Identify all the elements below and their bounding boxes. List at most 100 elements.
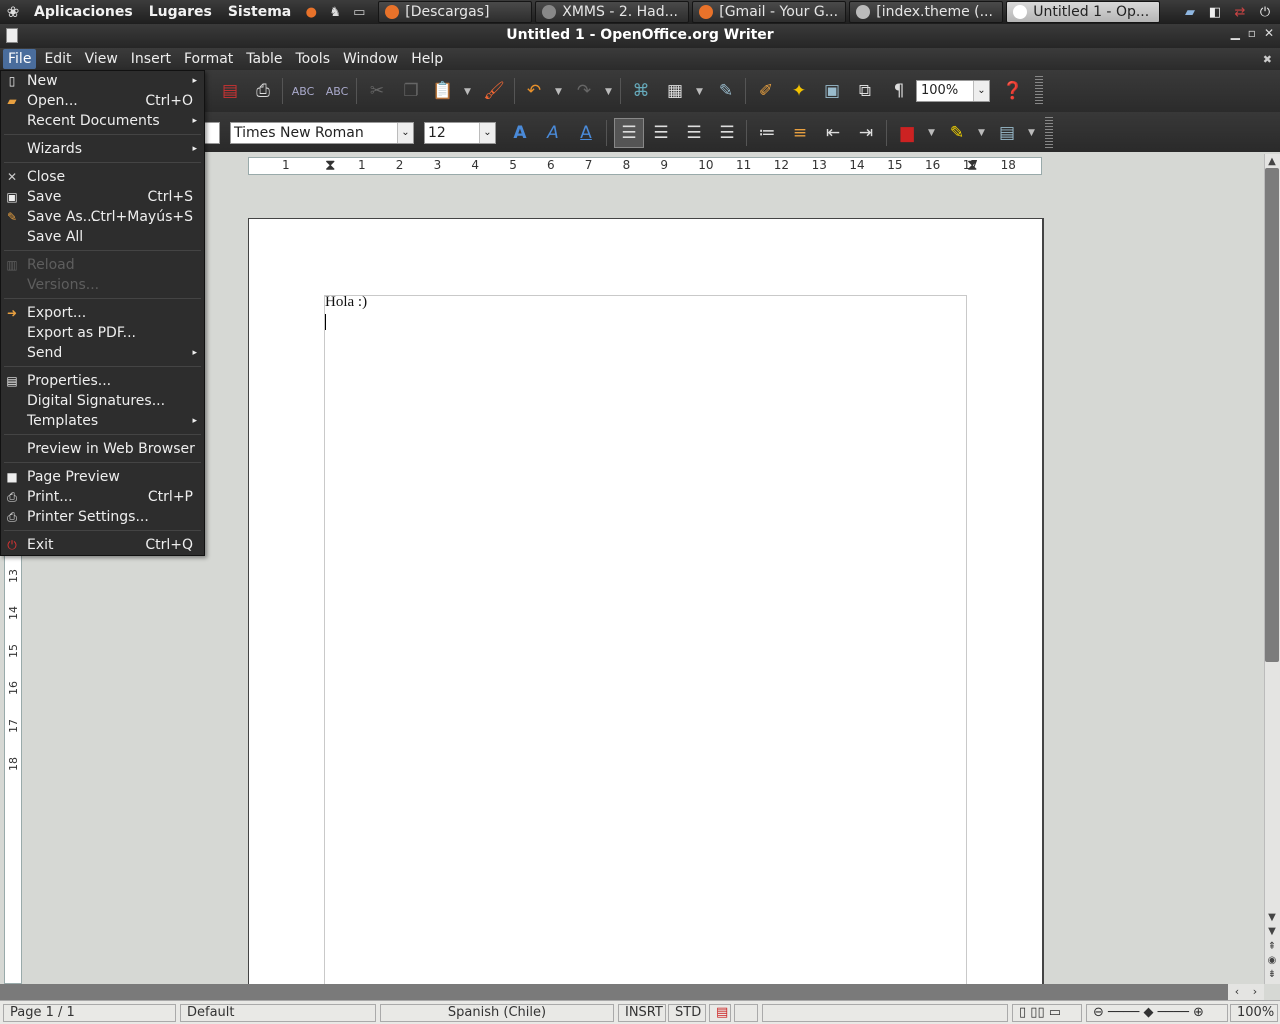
horizontal-scrollbar[interactable]: ‹ › xyxy=(0,984,1264,1000)
network-applet-icon[interactable]: ⇄ xyxy=(1229,2,1251,22)
close-document-icon[interactable]: ✖ xyxy=(1263,53,1272,66)
panel-menu-sistema[interactable]: Sistema xyxy=(220,4,299,20)
next-page-icon[interactable]: ⇟ xyxy=(1265,969,1279,980)
close-window-icon[interactable]: ✕ xyxy=(1264,26,1274,40)
font-name-select[interactable]: Times New Roman ⌄ xyxy=(230,122,414,144)
menu-file[interactable]: File xyxy=(3,49,37,69)
redo-dropdown-icon[interactable]: ▼ xyxy=(605,87,612,97)
menu-view[interactable]: View xyxy=(80,49,123,69)
page-count[interactable]: Page 1 / 1 xyxy=(3,1004,176,1022)
taskbar-button[interactable]: Untitled 1 - Op... xyxy=(1006,1,1161,23)
help-icon[interactable]: ❓ xyxy=(1000,78,1026,104)
align-center-icon[interactable]: ☰ xyxy=(648,120,674,146)
file-menu-item-wizards[interactable]: Wizards ▸ xyxy=(1,139,204,159)
align-left-icon[interactable]: ☰ xyxy=(614,118,644,148)
table-icon[interactable]: ▦ xyxy=(662,78,688,104)
file-menu-item-export[interactable]: ➜ Export... xyxy=(1,303,204,323)
navigator-icon[interactable]: ✦ xyxy=(786,78,812,104)
menu-tools[interactable]: Tools xyxy=(291,49,336,69)
file-menu-item-open[interactable]: ▰ Open... Ctrl+O xyxy=(1,91,204,111)
file-menu-item-print[interactable]: ⎙ Print... Ctrl+P xyxy=(1,487,204,507)
file-menu-item-save[interactable]: ▣ Save Ctrl+S xyxy=(1,187,204,207)
menu-window[interactable]: Window xyxy=(338,49,403,69)
monitor-applet-icon[interactable]: ◧ xyxy=(1204,2,1226,22)
scroll-down-icon[interactable]: ▼ xyxy=(1265,926,1279,937)
previous-page-icon[interactable]: ⇞ xyxy=(1265,941,1279,952)
undo-icon[interactable]: ↶ xyxy=(521,78,547,104)
scroll-down-icon[interactable]: ▼ xyxy=(1265,912,1279,923)
font-color-icon[interactable]: ▆ xyxy=(894,120,920,146)
justify-icon[interactable]: ☰ xyxy=(714,120,740,146)
file-menu-item-printer-settings[interactable]: ⎙ Printer Settings... xyxy=(1,507,204,527)
menu-table[interactable]: Table xyxy=(241,49,287,69)
italic-icon[interactable]: A xyxy=(540,120,566,146)
find-replace-icon[interactable]: ✐ xyxy=(753,78,779,104)
view-layout-icon[interactable]: ▯ ▯▯ ▭ xyxy=(1012,1004,1082,1022)
file-menu-item-new[interactable]: ▯ New ▸ xyxy=(1,71,204,91)
scroll-left-icon[interactable]: ‹ xyxy=(1228,984,1246,1000)
autospellcheck-icon[interactable]: ABC xyxy=(324,78,350,104)
file-menu-item-recent-documents[interactable]: Recent Documents ▸ xyxy=(1,111,204,131)
menu-format[interactable]: Format xyxy=(179,49,238,69)
chevron-down-icon[interactable]: ⌄ xyxy=(479,123,495,143)
undo-dropdown-icon[interactable]: ▼ xyxy=(555,87,562,97)
selection-mode[interactable]: STD xyxy=(668,1004,706,1022)
vertical-scroll-thumb[interactable] xyxy=(1265,168,1279,662)
paste-dropdown-icon[interactable]: ▼ xyxy=(464,87,471,97)
navigation-icon[interactable]: ◉ xyxy=(1265,955,1279,966)
taskbar-button[interactable]: XMMS - 2. Had... xyxy=(535,1,690,23)
maximize-icon[interactable]: ▫ xyxy=(1248,26,1256,40)
document-modified-icon[interactable]: ▤ xyxy=(709,1004,731,1022)
toolbar-grip[interactable] xyxy=(1035,76,1043,106)
page-style[interactable]: Default xyxy=(180,1004,376,1022)
scroll-up-icon[interactable]: ▲ xyxy=(1265,156,1279,167)
decrease-indent-icon[interactable]: ⇤ xyxy=(820,120,846,146)
align-right-icon[interactable]: ☰ xyxy=(681,120,707,146)
numbering-icon[interactable]: ≔ xyxy=(754,120,780,146)
spellcheck-icon[interactable]: ABC xyxy=(290,78,316,104)
font-size-select[interactable]: 12 ⌄ xyxy=(424,122,496,144)
menu-help[interactable]: Help xyxy=(406,49,448,69)
chevron-down-icon[interactable]: ⌄ xyxy=(973,81,989,101)
menu-insert[interactable]: Insert xyxy=(126,49,176,69)
file-menu-item-properties[interactable]: ▤ Properties... xyxy=(1,371,204,391)
bullets-icon[interactable]: ≡ xyxy=(787,120,813,146)
gallery-icon[interactable]: ▣ xyxy=(819,78,845,104)
file-menu-item-preview-in-web-browser[interactable]: Preview in Web Browser xyxy=(1,439,204,459)
file-menu-item-send[interactable]: Send ▸ xyxy=(1,343,204,363)
underline-icon[interactable]: A xyxy=(573,120,599,146)
insert-mode[interactable]: INSRT xyxy=(618,1004,666,1022)
background-color-dropdown-icon[interactable]: ▼ xyxy=(1028,128,1035,138)
taskbar-button[interactable]: [index.theme (... xyxy=(849,1,1004,23)
zoom-select[interactable]: 100% ⌄ xyxy=(916,80,990,102)
paste-icon[interactable]: 📋 xyxy=(430,78,456,104)
file-menu-item-digital-signatures[interactable]: Digital Signatures... xyxy=(1,391,204,411)
digital-signature-field[interactable] xyxy=(734,1004,758,1022)
taskbar-button[interactable]: [Gmail - Your G... xyxy=(692,1,847,23)
highlighting-dropdown-icon[interactable]: ▼ xyxy=(978,128,985,138)
highlighting-icon[interactable]: ✎ xyxy=(944,120,970,146)
file-menu-item-export-as-pdf[interactable]: Export as PDF... xyxy=(1,323,204,343)
folder-applet-icon[interactable]: ▰ xyxy=(1179,2,1201,22)
export-pdf-icon[interactable]: ▤ xyxy=(217,78,243,104)
power-icon[interactable]: ⏻ xyxy=(1254,2,1276,22)
cut-icon[interactable]: ✂ xyxy=(364,78,390,104)
file-menu-item-exit[interactable]: ⏻ Exit Ctrl+Q xyxy=(1,535,204,555)
gimp-launcher-icon[interactable]: ♞ xyxy=(324,1,346,23)
scroll-right-icon[interactable]: › xyxy=(1246,984,1264,1000)
table-dropdown-icon[interactable]: ▼ xyxy=(696,87,703,97)
clone-formatting-icon[interactable]: 🖌 xyxy=(481,78,507,104)
language[interactable]: Spanish (Chile) xyxy=(380,1004,614,1022)
firefox-launcher-icon[interactable]: ● xyxy=(300,1,322,23)
indent-marker-icon[interactable]: ⧗ xyxy=(967,158,978,174)
gnome-foot-icon[interactable]: ❀ xyxy=(0,1,26,23)
hyperlink-icon[interactable]: ⌘ xyxy=(628,78,654,104)
file-menu-item-save-as[interactable]: ✎ Save As... Ctrl+Mayús+S xyxy=(1,207,204,227)
redo-icon[interactable]: ↷ xyxy=(571,78,597,104)
paragraph-style-select[interactable] xyxy=(204,122,220,144)
formatting-marks-icon[interactable]: ¶ xyxy=(886,78,912,104)
background-color-icon[interactable]: ▤ xyxy=(994,120,1020,146)
print-icon[interactable]: ⎙ xyxy=(250,78,276,104)
increase-indent-icon[interactable]: ⇥ xyxy=(853,120,879,146)
data-sources-icon[interactable]: ⧉ xyxy=(852,78,878,104)
